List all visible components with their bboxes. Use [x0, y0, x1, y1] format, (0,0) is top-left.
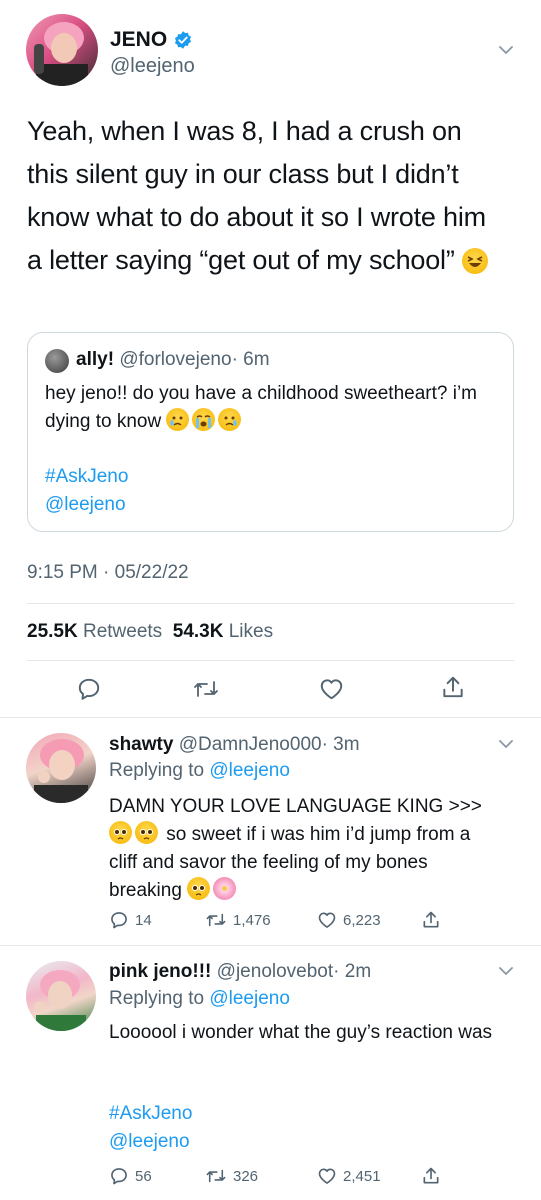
replying-to: Replying to @leejeno — [109, 760, 290, 782]
replying-to-label: Replying to — [109, 988, 205, 1009]
replying-to-link[interactable]: @leejeno — [209, 988, 290, 1009]
quoted-avatar[interactable] — [45, 349, 69, 373]
share-button[interactable] — [421, 1166, 441, 1186]
retweet-icon — [205, 910, 227, 930]
retweet-icon — [205, 1166, 227, 1186]
tweet-text-content: Yeah, when I was 8, I had a crush on thi… — [27, 116, 486, 275]
reply-line: DAMN YOUR LOVE LANGUAGE KING >>> — [109, 796, 482, 817]
pleading-face-emoji-icon — [109, 821, 132, 844]
replying-to-label: Replying to — [109, 760, 205, 781]
quoted-hashtag-link[interactable]: #AskJeno — [45, 466, 128, 488]
author-name-text: JENO — [110, 28, 168, 51]
quoted-tweet-time: · 6m — [231, 349, 270, 370]
likes-label[interactable]: Likes — [229, 621, 273, 642]
divider — [0, 717, 541, 718]
pleading-face-emoji-icon — [135, 821, 158, 844]
retweet-count: 1,476 — [233, 911, 271, 929]
chevron-down-icon[interactable] — [496, 734, 516, 754]
divider — [27, 660, 514, 661]
divider — [0, 945, 541, 946]
reply-button[interactable]: 14 — [109, 910, 205, 930]
share-icon — [421, 1166, 441, 1186]
tweet-stats: 25.5K Retweets 54.3K Likes — [27, 621, 273, 643]
like-icon — [317, 910, 337, 930]
reply-icon[interactable] — [76, 676, 102, 702]
quoted-tweet-text: hey jeno!! do you have a childhood sweet… — [45, 380, 505, 436]
retweets-label[interactable]: Retweets — [83, 621, 162, 642]
share-button[interactable] — [421, 910, 441, 930]
quoted-tweet-text-content: hey jeno!! do you have a childhood sweet… — [45, 383, 477, 432]
reply-icon — [109, 1166, 129, 1186]
like-icon — [317, 1166, 337, 1186]
reply-author-name[interactable]: pink jeno!!! — [109, 961, 211, 982]
retweet-icon[interactable] — [192, 676, 220, 702]
like-count: 6,223 — [343, 911, 381, 929]
reply-line-text: breaking — [109, 880, 182, 901]
crying-face-emoji-icon — [218, 408, 242, 431]
reply-author-handle[interactable]: @DamnJeno000 — [179, 734, 322, 755]
hashtag-link[interactable]: #AskJeno — [109, 1103, 192, 1125]
chevron-down-icon[interactable] — [496, 40, 516, 60]
reply-time: · 2m — [333, 961, 372, 982]
replying-to-link[interactable]: @leejeno — [209, 760, 290, 781]
reply-header: pink jeno!!! @jenolovebot· 2m — [109, 961, 371, 983]
pleading-face-emoji-icon — [187, 877, 211, 900]
like-button[interactable]: 2,451 — [317, 1166, 421, 1186]
like-icon[interactable] — [318, 676, 345, 702]
avatar[interactable] — [26, 733, 96, 803]
reply-text: Loooool i wonder what the guy’s reaction… — [109, 1022, 493, 1043]
reply-count: 14 — [135, 911, 152, 929]
reply-header: shawty @DamnJeno000· 3m — [109, 734, 360, 756]
reply-text: DAMN YOUR LOVE LANGUAGE KING >>> so swee… — [109, 793, 519, 905]
tweet-timestamp[interactable]: 9:15 PM · 05/22/22 — [27, 562, 189, 584]
loudly-crying-emoji-icon — [192, 408, 216, 431]
divider — [27, 603, 514, 604]
reply-line: cliff and savor the feeling of my bones — [109, 852, 428, 873]
tweet-text: Yeah, when I was 8, I had a crush on thi… — [27, 110, 507, 282]
reply-icon — [109, 910, 129, 930]
reply-button[interactable]: 56 — [109, 1166, 205, 1186]
verified-badge-icon — [173, 30, 193, 50]
cherry-blossom-emoji-icon — [213, 877, 237, 900]
grinning-squinting-emoji-icon — [461, 248, 488, 274]
share-icon — [421, 910, 441, 930]
avatar[interactable] — [26, 961, 96, 1031]
quoted-tweet-header: ally! @forlovejeno· 6m — [76, 349, 270, 371]
reply-count: 56 — [135, 1167, 152, 1185]
reply-actions: 14 1,476 6,223 — [109, 910, 441, 930]
like-count: 2,451 — [343, 1167, 381, 1185]
retweet-count: 326 — [233, 1167, 259, 1185]
retweet-button[interactable]: 326 — [205, 1166, 317, 1186]
reply-line: so sweet if i was him i’d jump from a — [109, 821, 519, 849]
quoted-author-handle[interactable]: @forlovejeno — [119, 349, 231, 370]
retweet-count[interactable]: 25.5K — [27, 621, 78, 642]
chevron-down-icon[interactable] — [496, 961, 516, 981]
like-count[interactable]: 54.3K — [173, 621, 224, 642]
avatar[interactable] — [26, 14, 98, 86]
mention-link[interactable]: @leejeno — [109, 1131, 190, 1153]
quoted-mention-link[interactable]: @leejeno — [45, 494, 126, 516]
reply-author-handle[interactable]: @jenolovebot — [217, 961, 333, 982]
reply-line: breaking — [109, 877, 519, 905]
share-icon[interactable] — [440, 674, 466, 701]
reply-author-name[interactable]: shawty — [109, 734, 173, 755]
reply-line-text: so sweet if i was him i’d jump from a — [166, 824, 471, 845]
reply-time: · 3m — [321, 734, 360, 755]
crying-face-emoji-icon — [166, 408, 190, 431]
replying-to: Replying to @leejeno — [109, 988, 290, 1010]
like-button[interactable]: 6,223 — [317, 910, 421, 930]
author-name[interactable]: JENO — [110, 28, 193, 52]
quoted-author-name[interactable]: ally! — [76, 349, 114, 370]
author-handle[interactable]: @leejeno — [110, 55, 195, 78]
reply-actions: 56 326 2,451 — [109, 1166, 441, 1186]
retweet-button[interactable]: 1,476 — [205, 910, 317, 930]
